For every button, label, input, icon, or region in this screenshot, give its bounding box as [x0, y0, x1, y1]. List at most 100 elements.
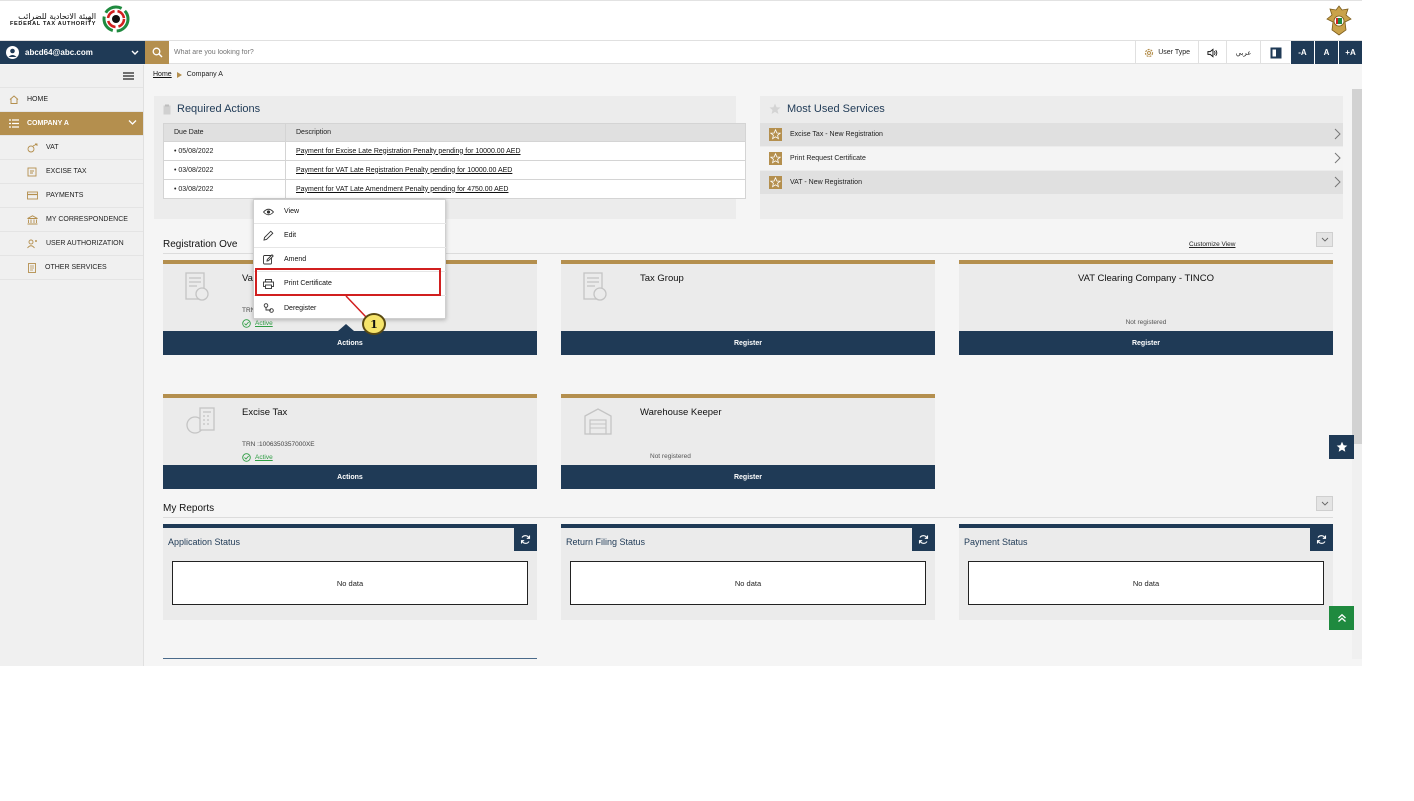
scroll-to-top-button[interactable] — [1329, 606, 1354, 630]
logo-text: الهيئة الاتحادية للضرائب FEDERAL TAX AUT… — [10, 12, 96, 27]
header-tools: User Type عربي -A A +A — [1135, 41, 1362, 64]
pencil-icon — [263, 230, 274, 241]
report-empty-state: No data — [172, 561, 528, 605]
report-empty-state: No data — [968, 561, 1324, 605]
sidebar-item-label: HOME — [27, 96, 48, 103]
required-actions-table: Due Date Description • 05/08/2022 Paymen… — [163, 123, 746, 199]
menu-item-label: View — [284, 208, 300, 215]
warehouse-register-button[interactable]: Register — [561, 465, 935, 489]
description-link[interactable]: Payment for Excise Late Registration Pen… — [285, 141, 746, 161]
language-toggle[interactable]: عربي — [1226, 41, 1260, 64]
sidebar-item-excise-tax[interactable]: EXCISE TAX — [0, 160, 143, 184]
tile-title: Excise Tax — [242, 407, 288, 418]
description-link[interactable]: Payment for VAT Late Amendment Penalty p… — [285, 179, 746, 199]
refresh-icon — [520, 535, 531, 544]
audio-button[interactable] — [1198, 41, 1226, 64]
service-label: VAT - New Registration — [790, 179, 862, 186]
menu-item-view[interactable]: View — [254, 200, 446, 224]
vat-actions-button[interactable]: Actions — [163, 331, 537, 355]
fta-logo[interactable]: الهيئة الاتحادية للضرائب FEDERAL TAX AUT… — [10, 5, 130, 33]
customize-view-link[interactable]: Customize View — [1189, 241, 1235, 248]
document-icon — [28, 262, 36, 273]
favorites-float-button[interactable] — [1329, 435, 1354, 459]
sidebar-item-label: PAYMENTS — [46, 192, 84, 199]
required-actions-heading: Required Actions — [177, 103, 261, 115]
payments-icon — [27, 191, 38, 200]
most-used-services-title: Most Used Services — [769, 103, 885, 115]
sidebar: HOME COMPANY A VAT EXCISE TAX PAYMENTS M… — [0, 65, 144, 666]
language-label: عربي — [1235, 48, 1252, 57]
report-return-filing-status: Return Filing Status No data — [561, 524, 935, 620]
clipboard-icon — [163, 104, 171, 114]
home-icon — [9, 95, 19, 104]
chevron-right-icon — [1334, 128, 1341, 140]
search-input[interactable] — [174, 44, 774, 61]
chevron-right-icon — [1334, 176, 1341, 188]
column-header-description: Description — [285, 123, 746, 142]
search-button[interactable] — [145, 41, 169, 64]
refresh-button[interactable] — [912, 528, 935, 551]
registration-collapse-button[interactable] — [1316, 232, 1333, 247]
tax-group-tile-icon — [583, 272, 607, 301]
user-type-button[interactable]: User Type — [1135, 41, 1198, 64]
chevron-down-icon — [131, 50, 139, 55]
tile-status: Active — [242, 453, 273, 462]
service-item-print-request-certificate[interactable]: Print Request Certificate — [760, 147, 1343, 170]
service-item-excise-new-registration[interactable]: Excise Tax - New Registration — [760, 123, 1343, 146]
caret-right-icon — [176, 71, 182, 78]
contrast-toggle[interactable] — [1260, 41, 1290, 64]
refresh-button[interactable] — [514, 528, 537, 551]
warehouse-tile-icon — [584, 408, 612, 435]
tile-status-label: Active — [255, 454, 273, 461]
excise-actions-button[interactable]: Actions — [163, 465, 537, 489]
service-label: Excise Tax - New Registration — [790, 131, 883, 138]
sidebar-item-home[interactable]: HOME — [0, 88, 143, 112]
table-row: • 03/08/2022 Payment for VAT Late Amendm… — [163, 179, 746, 199]
sidebar-item-company-a[interactable]: COMPANY A — [0, 112, 143, 136]
description-link[interactable]: Payment for VAT Late Registration Penalt… — [285, 160, 746, 180]
user-account-menu[interactable]: abcd64@abc.com — [0, 41, 145, 64]
refresh-icon — [918, 535, 929, 544]
sidebar-item-user-authorization[interactable]: USER AUTHORIZATION — [0, 232, 143, 256]
service-item-vat-new-registration[interactable]: VAT - New Registration — [760, 171, 1343, 194]
menu-item-label: Amend — [284, 256, 307, 263]
reports-collapse-button[interactable] — [1316, 496, 1333, 511]
font-decrease-button[interactable]: -A — [1290, 41, 1314, 64]
search-icon — [152, 47, 162, 58]
chevron-down-icon — [1321, 501, 1328, 506]
sidebar-item-vat[interactable]: VAT — [0, 136, 143, 160]
vat-clearing-register-button[interactable]: Register — [959, 331, 1333, 355]
logo-bar: الهيئة الاتحادية للضرائب FEDERAL TAX AUT… — [0, 1, 1362, 40]
font-normal-button[interactable]: A — [1314, 41, 1338, 64]
bottom-divider — [163, 658, 537, 659]
sidebar-item-my-correspondence[interactable]: MY CORRESPONDENCE — [0, 208, 143, 232]
sidebar-item-payments[interactable]: PAYMENTS — [0, 184, 143, 208]
menu-item-deregister[interactable]: Deregister — [254, 296, 446, 320]
star-icon — [769, 128, 782, 141]
report-title: Payment Status — [964, 537, 1028, 547]
sidebar-item-label: USER AUTHORIZATION — [46, 240, 124, 247]
page-scrollbar-thumb[interactable] — [1352, 89, 1362, 444]
tile-not-registered: Not registered — [650, 453, 691, 460]
check-circle-icon — [242, 319, 251, 328]
tile-trn: TRN :1006350357000XE — [242, 441, 315, 448]
most-used-services-heading: Most Used Services — [787, 103, 885, 115]
font-increase-button[interactable]: +A — [1338, 41, 1362, 64]
registration-overview-title: Registration Ove — [163, 239, 238, 250]
menu-item-edit[interactable]: Edit — [254, 224, 446, 248]
star-icon — [769, 152, 782, 165]
sidebar-item-label: EXCISE TAX — [46, 168, 87, 175]
refresh-button[interactable] — [1310, 528, 1333, 551]
menu-item-label: Deregister — [284, 304, 317, 312]
sidebar-item-other-services[interactable]: OTHER SERVICES — [0, 256, 143, 280]
tax-group-register-button[interactable]: Register — [561, 331, 935, 355]
report-application-status: Application Status No data — [163, 524, 537, 620]
user-type-label: User Type — [1158, 49, 1190, 56]
due-date-cell: • 03/08/2022 — [163, 179, 286, 199]
hamburger-menu-icon[interactable] — [123, 72, 134, 80]
tile-title: Warehouse Keeper — [640, 407, 722, 418]
eye-icon — [263, 208, 274, 215]
report-payment-status: Payment Status No data — [959, 524, 1333, 620]
tile-status-label: Active — [255, 320, 273, 327]
breadcrumb-home-link[interactable]: Home — [153, 71, 172, 78]
